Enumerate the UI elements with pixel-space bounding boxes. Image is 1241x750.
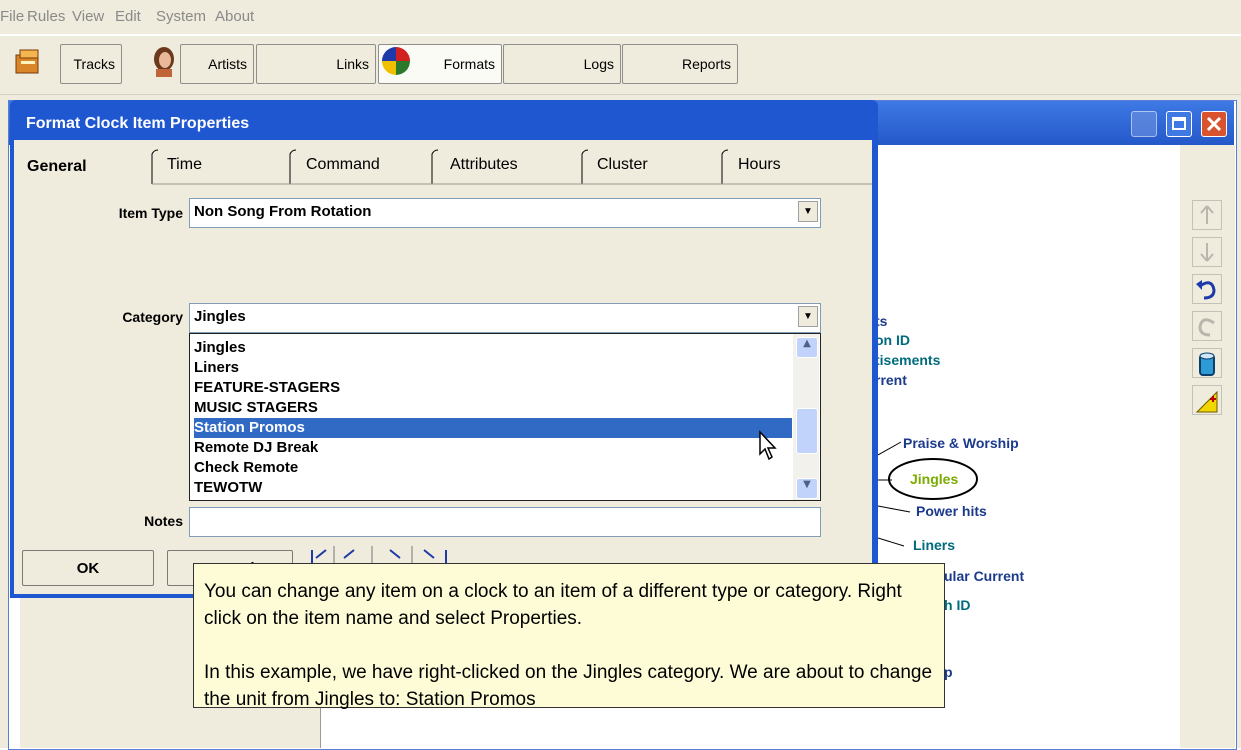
clock-item[interactable]: h ID: [944, 597, 970, 613]
clock-item[interactable]: ular Current: [944, 568, 1024, 584]
tab-general[interactable]: General: [27, 158, 87, 192]
menu-rules[interactable]: Rules: [27, 8, 65, 25]
item-type-label: Item Type: [118, 205, 183, 221]
maximize-button[interactable]: [1166, 111, 1192, 137]
close-button[interactable]: [1201, 111, 1227, 137]
menu-file[interactable]: File: [0, 8, 24, 25]
scrollbar-thumb[interactable]: [796, 408, 818, 454]
dialog-title: Format Clock Item Properties: [26, 115, 250, 132]
category-label: Category: [122, 309, 183, 325]
redo-icon[interactable]: [1192, 311, 1222, 341]
reports-button[interactable]: Reports: [622, 44, 738, 84]
list-item[interactable]: Liners: [194, 358, 792, 378]
clock-item-jingles[interactable]: Jingles: [910, 471, 958, 487]
minimize-button[interactable]: [1131, 111, 1157, 137]
category-value: Jingles: [194, 308, 246, 325]
category-select[interactable]: Jingles ▼: [189, 303, 821, 333]
list-item[interactable]: FEATURE-STAGERS: [194, 378, 792, 398]
close-icon: [1206, 116, 1222, 132]
formats-icon: [382, 47, 410, 75]
clock-item-liners[interactable]: Liners: [913, 537, 955, 553]
menu-view[interactable]: View: [72, 8, 104, 25]
notes-label: Notes: [144, 513, 183, 529]
tutorial-callout: You can change any item on a clock to an…: [193, 563, 945, 710]
artists-button[interactable]: Artists: [180, 44, 254, 84]
maximize-icon: [1172, 117, 1186, 130]
callout-paragraph-2: In this example, we have right-clicked o…: [204, 662, 933, 710]
notes-input[interactable]: [189, 507, 821, 537]
clock-item[interactable]: on ID: [875, 332, 910, 348]
list-item[interactable]: Check Remote: [194, 458, 792, 478]
list-item-selected[interactable]: Station Promos: [194, 418, 792, 438]
undo-icon[interactable]: [1192, 274, 1222, 304]
menu-edit[interactable]: Edit: [115, 8, 141, 25]
new-item-icon[interactable]: [1192, 385, 1222, 415]
tab-time[interactable]: Time: [167, 156, 202, 190]
category-dropdown-list: Jingles Liners FEATURE-STAGERS MUSIC STA…: [189, 333, 821, 501]
scroll-up-icon[interactable]: ▲: [796, 337, 818, 358]
chevron-down-icon[interactable]: ▼: [798, 201, 818, 222]
tracks-icon: [15, 49, 39, 74]
clock-item-power-hits[interactable]: Power hits: [916, 503, 987, 519]
menu-bar: File Rules View Edit System About: [0, 0, 1241, 34]
tracks-button[interactable]: Tracks: [60, 44, 122, 84]
chevron-down-icon[interactable]: ▼: [798, 306, 818, 327]
tab-cluster[interactable]: Cluster: [597, 156, 648, 190]
mouse-cursor-icon: [759, 430, 777, 461]
tab-command[interactable]: Command: [306, 156, 380, 190]
scroll-down-icon[interactable]: ▼: [796, 478, 818, 499]
list-item[interactable]: TEWOTW: [194, 478, 792, 498]
move-down-icon[interactable]: [1192, 237, 1222, 267]
tab-attributes[interactable]: Attributes: [450, 156, 518, 190]
clock-item[interactable]: tisements: [875, 352, 940, 368]
item-type-select[interactable]: Non Song From Rotation ▼: [189, 198, 821, 228]
clock-item[interactable]: p: [944, 664, 953, 680]
clock-tool-strip: [1180, 145, 1235, 748]
delete-bin-icon[interactable]: [1192, 348, 1222, 378]
menu-system[interactable]: System: [156, 8, 206, 25]
list-item[interactable]: MUSIC STAGERS: [194, 398, 792, 418]
item-type-value: Non Song From Rotation: [194, 203, 372, 220]
tab-hours[interactable]: Hours: [738, 156, 781, 190]
toolbar: Tracks Artists Links Formats Logs Report…: [0, 36, 1241, 95]
clock-item-praise-worship[interactable]: Praise & Worship: [903, 435, 1019, 451]
logs-button[interactable]: Logs: [503, 44, 621, 84]
callout-paragraph-1: You can change any item on a clock to an…: [204, 581, 902, 629]
list-item[interactable]: Remote DJ Break: [194, 438, 792, 458]
clock-item[interactable]: rrent: [875, 372, 907, 388]
menu-about[interactable]: About: [215, 8, 254, 25]
artists-icon: [154, 47, 174, 77]
move-up-icon[interactable]: [1192, 200, 1222, 230]
ok-button[interactable]: OK: [22, 550, 154, 586]
links-button[interactable]: Links: [256, 44, 376, 84]
list-item[interactable]: Jingles: [194, 338, 792, 358]
